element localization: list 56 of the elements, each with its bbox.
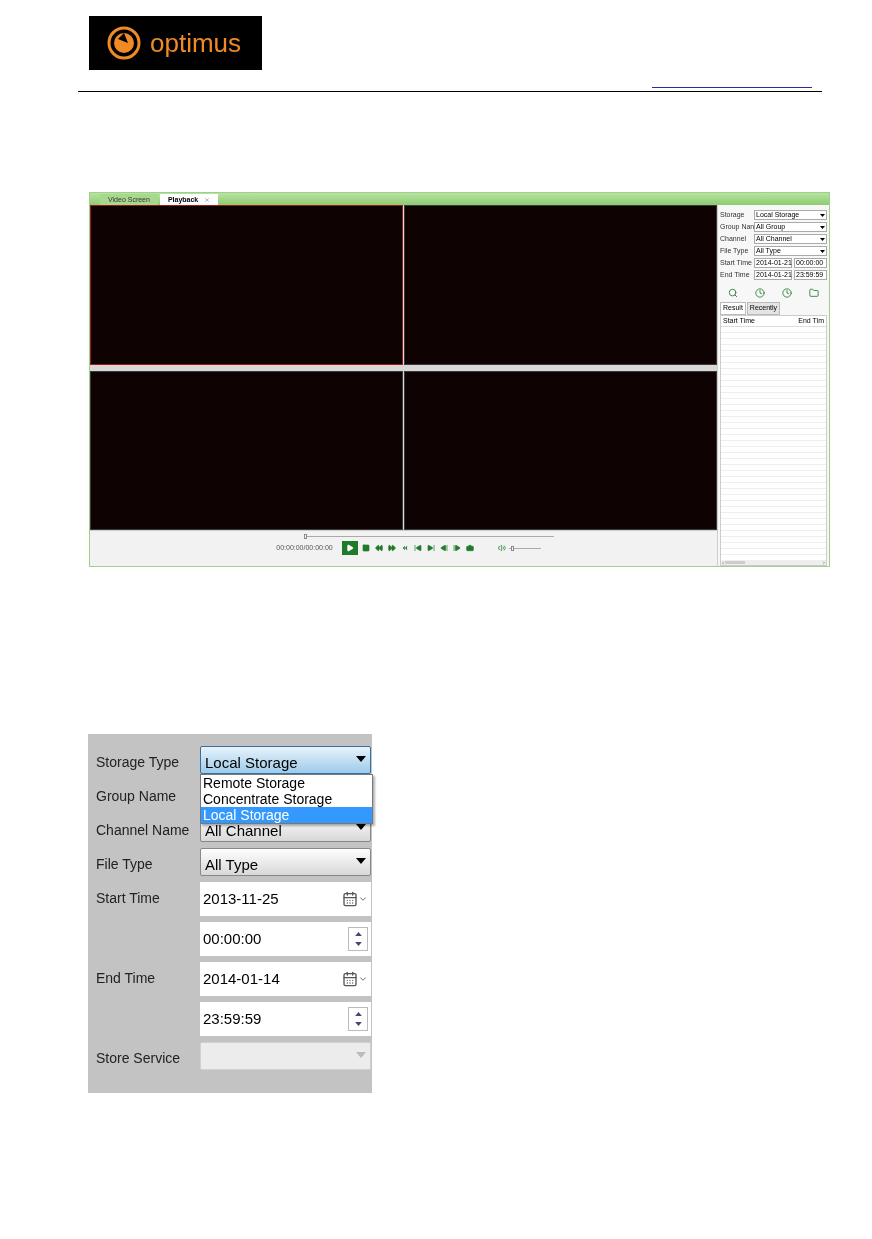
folder-icon	[808, 288, 819, 298]
spinner-icon[interactable]	[348, 1007, 368, 1031]
skip-forward-icon	[426, 544, 435, 552]
field-label: End Time	[96, 970, 156, 986]
search-button[interactable]	[727, 287, 740, 299]
select-field[interactable]: All Type	[200, 848, 371, 876]
caret-icon[interactable]	[820, 225, 825, 229]
stop-button[interactable]	[360, 543, 371, 553]
stop-icon	[361, 544, 370, 552]
date-field[interactable]: 2013-11-25	[200, 882, 371, 916]
search-icon	[728, 288, 739, 298]
field-label: Storage Type	[96, 754, 180, 770]
spinner-icon[interactable]	[348, 927, 368, 951]
date-field[interactable]: 2014-01-14	[200, 962, 371, 996]
caret-icon[interactable]	[356, 755, 366, 762]
calendar-icon[interactable]	[342, 971, 368, 987]
play-icon	[345, 544, 354, 552]
double-chevron-icon	[400, 544, 409, 552]
time-field[interactable]: 00:00:00	[200, 922, 371, 956]
timeline-slider[interactable]	[303, 534, 554, 539]
volume-slider[interactable]	[508, 545, 541, 551]
slow-button[interactable]	[373, 543, 384, 553]
caret-icon[interactable]	[820, 213, 825, 217]
frame-back-button[interactable]	[438, 543, 449, 553]
rewind-icon	[374, 544, 383, 552]
caret-icon[interactable]	[820, 249, 825, 253]
caret-icon[interactable]	[820, 237, 825, 241]
aperture-icon	[106, 25, 142, 61]
clock-out-button[interactable]	[780, 287, 793, 299]
step-back-icon	[439, 544, 448, 552]
step-forward-icon	[452, 544, 461, 552]
last-button[interactable]	[425, 543, 436, 553]
caret-icon[interactable]	[356, 857, 366, 864]
dropdown-option[interactable]: Concentrate Storage	[201, 791, 372, 807]
snapshot-button[interactable]	[464, 543, 475, 553]
field-label: Store Service	[96, 1050, 181, 1066]
select-field[interactable]: Local Storage	[200, 746, 371, 774]
camera-icon	[465, 544, 474, 552]
time-field[interactable]: 23:59:59	[200, 1002, 371, 1036]
field-label: File Type	[96, 856, 153, 872]
logo-text: optimus	[150, 30, 242, 56]
play-button[interactable]	[341, 541, 358, 555]
field-label: Start Time	[96, 890, 160, 906]
frame-forward-button[interactable]	[451, 543, 462, 553]
clock-icon	[781, 288, 792, 298]
skip-back-icon	[413, 544, 422, 552]
field-label: Channel Name	[96, 822, 190, 838]
fast-forward-icon	[387, 544, 396, 552]
calendar-icon[interactable]	[342, 891, 368, 907]
fast-button[interactable]	[386, 543, 397, 553]
first-button[interactable]	[412, 543, 423, 553]
clock-in-button[interactable]	[754, 287, 767, 299]
folder-button[interactable]	[807, 287, 820, 299]
dropdown-option[interactable]: Remote Storage	[201, 775, 372, 791]
field-label: Group Name	[96, 788, 177, 804]
clock-icon	[755, 288, 766, 298]
